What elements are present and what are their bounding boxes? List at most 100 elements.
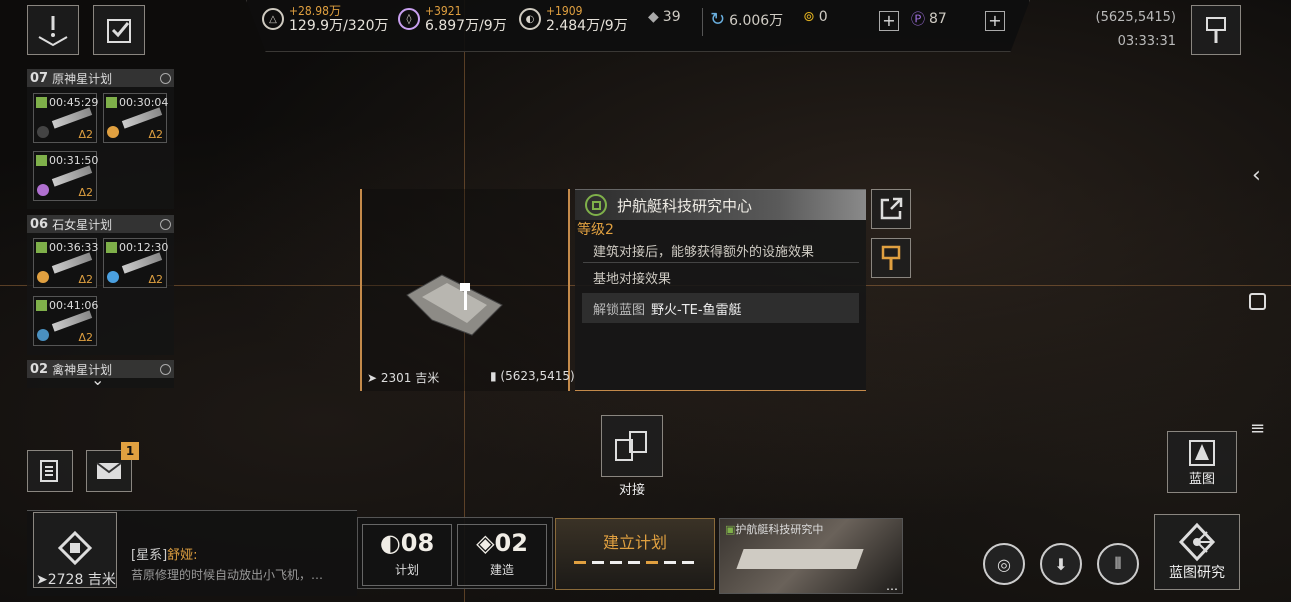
external-link-icon <box>880 197 903 220</box>
unlock-value: 野火-TE-鱼雷艇 <box>651 302 742 318</box>
alert-icon <box>38 16 68 47</box>
space-station-icon <box>406 274 503 336</box>
building-type-icon <box>585 194 607 216</box>
gold-display[interactable]: ⊚ 0 <box>803 9 828 25</box>
divider <box>702 8 703 36</box>
location-pin-icon <box>1206 17 1226 43</box>
plan-count-label: 计划 <box>394 563 419 577</box>
locate-button[interactable] <box>1191 5 1241 55</box>
gem-icon <box>37 184 49 196</box>
resource-3[interactable]: ◐ +1909 2.484万/9万 <box>519 4 628 34</box>
ship-image <box>51 252 93 274</box>
building-level: 等级2 <box>577 222 614 238</box>
ship-card[interactable]: 00:36:33 Δ2 <box>33 238 99 288</box>
plan-name: 石女星计划 <box>52 217 113 232</box>
radar-icon: ◎ <box>997 554 1011 574</box>
resource-2[interactable]: ◊ +3921 6.897万/9万 <box>398 4 507 34</box>
plan-07[interactable]: 07 原神星计划 00:45:29 Δ2 00:30:04 Δ2 00:31:50 Δ2 <box>27 69 174 209</box>
station-coords-value: (5623,5415) <box>500 369 575 383</box>
gold-value: 0 <box>818 9 828 25</box>
chevron-down-icon[interactable]: ⌄ <box>91 370 104 389</box>
menu-icon[interactable]: ≡ <box>1250 418 1265 439</box>
add-premium-button[interactable]: + <box>985 11 1005 31</box>
alert-button[interactable] <box>27 5 79 55</box>
ship-level: Δ2 <box>78 273 93 286</box>
notes-button[interactable] <box>27 450 73 492</box>
plan-count-button[interactable]: ◐08 计划 <box>362 524 452 586</box>
add-gold-button[interactable]: + <box>879 11 899 31</box>
credits-value: 6.006万 <box>729 12 784 29</box>
tasks-button[interactable] <box>93 5 145 55</box>
mark-location-button[interactable] <box>871 238 911 278</box>
ship-card[interactable]: 00:12:30 Δ2 <box>103 238 169 288</box>
clipboard-check-icon <box>107 19 131 43</box>
refresh-icon: ↻ <box>710 9 726 30</box>
premium-display[interactable]: Ⓟ 87 <box>911 9 947 29</box>
unlock-blueprint-row[interactable]: 解锁蓝图 野火-TE-鱼雷艇 <box>582 293 859 323</box>
ship-card[interactable]: 00:41:06 Δ2 <box>33 296 99 346</box>
ship-image <box>51 165 93 187</box>
ship-timer: 00:36:33 <box>49 241 99 254</box>
build-count-button[interactable]: ◈02 建造 <box>457 524 547 586</box>
building-preview-card[interactable]: ▣护航艇科技研究中 … <box>719 518 903 594</box>
plan-number: 06 <box>30 216 49 232</box>
ship-level: Δ2 <box>78 331 93 344</box>
building-preview-image <box>736 549 864 569</box>
dock-button[interactable] <box>601 415 663 477</box>
plan-06[interactable]: 06 石女星计划 00:36:33 Δ2 00:12:30 Δ2 00:41:06 Δ2 <box>27 215 174 355</box>
building-description: 建筑对接后，能够获得额外的设施效果 <box>593 245 815 260</box>
chat-channel: [星系] <box>131 548 168 563</box>
document-icon <box>40 460 58 482</box>
rank-display[interactable]: ◆ 39 <box>648 9 681 25</box>
ship-card[interactable]: 00:31:50 Δ2 <box>33 151 98 201</box>
more-icon[interactable]: … <box>886 579 898 593</box>
resource-gain: +28.98万 <box>289 4 341 18</box>
gem-icon <box>37 271 49 283</box>
dock-effect-title: 基地对接效果 <box>593 272 672 287</box>
plan-number: 07 <box>30 70 49 86</box>
timer-icon <box>36 155 47 166</box>
status-circle-icon <box>160 363 171 375</box>
mail-badge: 1 <box>121 442 139 460</box>
gem-icon <box>107 126 119 138</box>
ship-image <box>121 252 163 274</box>
open-external-button[interactable] <box>871 189 911 229</box>
chevron-left-icon[interactable]: ‹ <box>1252 163 1261 188</box>
fleet-button[interactable]: ⦀ <box>1097 543 1139 585</box>
resource-1[interactable]: △ +28.98万 129.9万/320万 <box>262 4 389 34</box>
resource-amount: 6.897万/9万 <box>425 18 507 34</box>
unlock-label: 解锁蓝图 <box>593 302 646 318</box>
blueprint-button[interactable]: 蓝图 <box>1167 431 1237 493</box>
divider <box>583 262 859 263</box>
premium-value: 87 <box>929 11 947 27</box>
ship-level: Δ2 <box>148 273 163 286</box>
chat-message[interactable]: 苔原修理的时候自动放出小飞机，… <box>131 566 323 583</box>
dock-label: 对接 <box>618 483 645 498</box>
plan-02[interactable]: 02 禽神星计划 ⌄ <box>27 360 174 389</box>
dock-icon <box>615 431 647 461</box>
ship-timer: 00:12:30 <box>119 241 169 254</box>
ship-timer: 00:41:06 <box>49 299 99 312</box>
collect-button[interactable]: ⬇ <box>1040 543 1082 585</box>
scan-button[interactable]: ◎ <box>983 543 1025 585</box>
ship-card[interactable]: 00:30:04 Δ2 <box>103 93 168 143</box>
station-model[interactable] <box>402 265 507 340</box>
square-icon[interactable] <box>1249 293 1266 310</box>
station-distance-value: 2301 吉米 <box>380 371 440 385</box>
progress-dashes <box>574 561 694 564</box>
crystal-resource-icon: ◊ <box>398 8 420 30</box>
ship-image <box>121 107 163 129</box>
download-arrow-icon: ⬇ <box>1054 554 1068 574</box>
ship-level: Δ2 <box>78 186 93 199</box>
credits-display[interactable]: ↻ 6.006万 <box>710 9 783 30</box>
ship-card[interactable]: 00:45:29 Δ2 <box>33 93 98 143</box>
triangle-resource-icon: △ <box>262 8 284 30</box>
rank-value: 39 <box>662 9 681 25</box>
gold-coin-icon: ⊚ <box>803 9 815 25</box>
chat-header: [星系]舒娅: <box>131 544 198 563</box>
blueprint-research-button[interactable]: 蓝图研究 <box>1154 514 1240 590</box>
establish-plan-button[interactable]: 建立计划 <box>555 518 715 590</box>
gem-icon <box>107 271 119 283</box>
build-count-value: 02 <box>494 529 528 557</box>
blueprint-icon <box>1189 439 1215 466</box>
